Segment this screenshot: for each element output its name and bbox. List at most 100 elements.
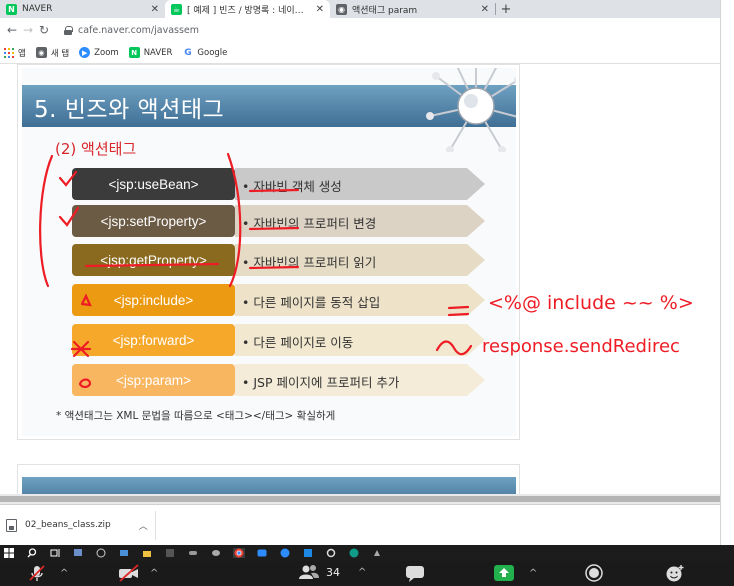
include-annotation: <%@ include ~~ %> [488,292,694,314]
slide-image: 5. 빈즈와 액션태그 (2) 액션태그 <jsp:useBean> • 자바빈… [17,64,520,440]
zoom-icon[interactable] [279,548,291,558]
app-icon[interactable] [72,548,84,558]
desc-forward: • 다른 페이지로 이동 [242,335,354,350]
right-edge-panel [720,0,734,545]
desc-include: • 다른 페이지를 동적 삽입 [242,295,381,310]
bookmark-google[interactable]: G Google [182,47,227,58]
app-icon[interactable] [302,548,314,558]
zoom-icon[interactable] [256,548,268,558]
cafe-icon: ☕ [171,3,182,15]
screen: N NAVER ✕ ☕ [ 예제 ] 빈즈 / 방명록 : 네이버 카페 ✕ ◉… [0,0,734,586]
chat-button[interactable] [405,564,425,582]
slide-title: 5. 빈즈와 액션태그 [34,97,225,123]
share-screen-button[interactable]: ^ [493,564,537,582]
forward-annotation: response.sendRedirec [482,336,680,357]
participants-icon [299,565,319,579]
video-button[interactable]: ^ [118,564,158,582]
google-icon: G [182,47,194,58]
bookmark-apps[interactable]: 앱 [4,47,26,59]
chevron-up-icon[interactable]: ^ [358,567,366,578]
tag-usebean: <jsp:useBean> [72,168,235,200]
bookmark-zoom[interactable]: ▶ Zoom [79,47,119,58]
tag-param: <jsp:param> [72,364,235,396]
chrome-icon[interactable] [233,548,245,558]
horizontal-scrollbar[interactable] [0,494,720,504]
video-off-icon [119,564,139,582]
desc-setproperty: • 자바빈의 프로퍼티 변경 [242,216,377,231]
close-tab-icon[interactable]: ✕ [316,4,324,15]
tag-include: <jsp:include> [72,284,235,316]
record-icon [585,564,603,582]
desc-param: • JSP 페이지에 프로퍼티 추가 [242,375,400,390]
slide-footnote: * 액션태그는 XML 문법을 따름으로 <태그></태그> 확실하게 [56,410,336,422]
app-icon[interactable] [371,548,383,558]
app-icon[interactable] [95,548,107,558]
bookmark-label: Google [197,47,228,58]
tag-forward: <jsp:forward> [72,324,235,356]
app-icon[interactable] [210,548,222,558]
url-text: cafe.naver.com/javassem [78,24,200,36]
close-tab-icon[interactable]: ✕ [481,4,489,15]
tab-title: [ 예제 ] 빈즈 / 방명록 : 네이버 카페 [187,5,312,16]
slide-subtitle: (2) 액션태그 [55,140,137,158]
tab-naver[interactable]: N NAVER ✕ [0,0,165,18]
app-icon[interactable] [118,548,130,558]
record-button[interactable] [585,564,603,582]
taskbar [0,545,734,561]
bookmark-label: 앱 [18,48,26,59]
chevron-up-icon[interactable]: ^ [150,568,158,579]
share-screen-icon [494,565,514,581]
downloads-bar: 02_beans_class.zip ︿ [0,504,720,545]
forward-icon[interactable]: → [20,23,36,37]
address-bar: ← → ↻ cafe.naver.com/javassem [0,18,720,42]
reload-icon[interactable]: ↻ [36,23,52,37]
zoom-meeting-toolbar: ^ ^ 34 ^ ^ [0,561,734,586]
back-icon[interactable]: ← [4,23,20,37]
chevron-up-icon[interactable]: ^ [60,568,68,579]
tab-strip: N NAVER ✕ ☕ [ 예제 ] 빈즈 / 방명록 : 네이버 카페 ✕ ◉… [0,0,720,18]
globe-icon: ◉ [336,3,347,15]
windows-start-icon[interactable] [3,548,15,558]
participants-button[interactable]: 34 ^ [298,564,366,580]
close-tab-icon[interactable]: ✕ [151,4,159,15]
tag-getproperty: <jsp:getProperty> [72,244,235,276]
starburst-icon [426,68,516,152]
tab-param[interactable]: ◉ 액션태그 param ✕ [330,0,495,18]
url-field[interactable]: cafe.naver.com/javassem [58,20,720,40]
bookmark-label: 새 탭 [50,48,70,59]
next-slide-image [17,464,520,494]
app-icon[interactable] [187,548,199,558]
tab-title: NAVER [22,4,53,14]
bookmark-label: Zoom [94,47,119,58]
page-content: 5. 빈즈와 액션태그 (2) 액션태그 <jsp:useBean> • 자바빈… [0,64,720,494]
slide: 5. 빈즈와 액션태그 (2) 액션태그 <jsp:useBean> • 자바빈… [22,68,516,436]
participant-count: 34 [326,565,340,579]
settings-icon[interactable] [325,548,337,558]
new-tab-button[interactable]: + [496,0,516,18]
bookmarks-bar: 앱 ◉ 새 탭 ▶ Zoom N NAVER G Google [0,42,720,64]
bookmark-label: NAVER [143,47,173,58]
app-icon[interactable] [164,548,176,558]
chevron-up-icon[interactable]: ︿ [139,519,148,532]
tab-cafe[interactable]: ☕ [ 예제 ] 빈즈 / 방명록 : 네이버 카페 ✕ [165,0,330,18]
tab-title: 액션태그 param [352,5,418,16]
apps-icon [4,47,14,58]
reactions-button[interactable] [665,564,685,582]
chevron-up-icon[interactable]: ^ [529,568,537,579]
naver-icon: N [128,47,140,58]
scrollbar-thumb[interactable] [0,496,720,502]
bookmark-newtab[interactable]: ◉ 새 탭 [35,47,70,59]
folder-icon[interactable] [141,548,153,558]
chat-icon [406,566,424,582]
reaction-smiley-icon [666,565,684,582]
download-filename[interactable]: 02_beans_class.zip [25,520,111,530]
archive-file-icon [6,518,17,532]
task-view-icon[interactable] [49,548,61,558]
search-icon[interactable] [26,548,38,558]
bookmark-naver[interactable]: N NAVER [128,47,173,58]
mute-button[interactable]: ^ [28,564,68,582]
tag-setproperty: <jsp:setProperty> [72,205,235,237]
edge-icon[interactable] [348,548,360,558]
slide-header-band [22,477,516,494]
lock-icon [64,25,73,35]
